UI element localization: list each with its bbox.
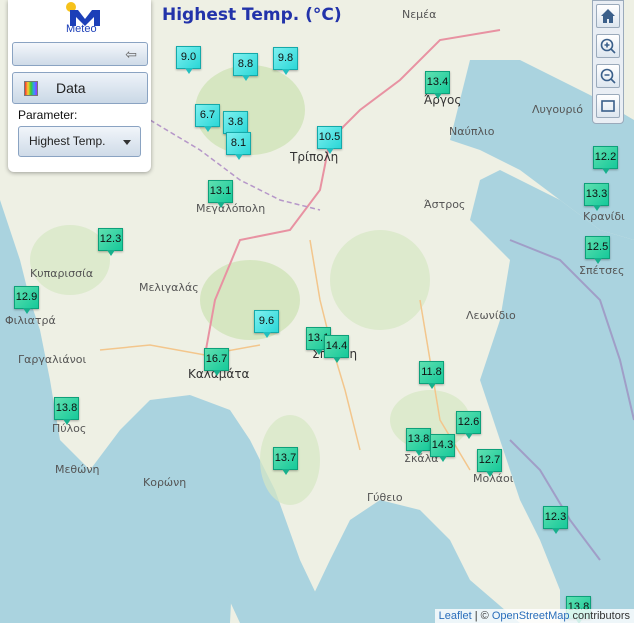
station-marker[interactable]: 11.8 [419,361,444,389]
station-marker[interactable]: 14.3 [430,434,455,462]
place-label: Λεωνίδιο [466,309,516,322]
parameter-label: Parameter: [18,108,78,122]
station-marker[interactable]: 13.8 [54,397,79,425]
zoom-out-button[interactable] [596,64,620,88]
station-marker[interactable]: 12.3 [98,228,123,256]
place-label: Μεθώνη [55,463,100,476]
station-marker[interactable]: 13.7 [273,447,298,475]
place-label: Γύθειο [367,491,403,504]
station-marker[interactable]: 16.7 [204,348,229,376]
place-label: Φιλιατρά [5,314,56,327]
place-label: Νεμέα [402,8,437,21]
place-label: Σπέτσες [579,264,625,277]
attribution-suffix: contributors [569,610,630,622]
station-marker[interactable]: 12.5 [585,236,610,264]
station-marker[interactable]: 12.3 [543,506,568,534]
station-marker[interactable]: 12.2 [593,146,618,174]
home-icon [601,9,615,23]
station-marker[interactable]: 12.9 [14,286,39,314]
map-title: Highest Temp. (°C) [162,5,342,25]
station-marker[interactable]: 9.8 [273,47,298,75]
station-marker[interactable]: 3.8 [223,111,248,139]
zoom-control [592,0,624,124]
station-marker[interactable]: 13.8 [406,428,431,456]
zoom-in-icon [600,38,616,54]
place-label: Μελιγαλάς [139,281,199,294]
station-marker[interactable]: 12.7 [477,449,502,477]
control-panel: Meteo ⇦ Data Parameter: Highest Temp. [8,0,151,172]
station-marker[interactable]: 13.1 [208,180,233,208]
station-marker[interactable]: 9.0 [176,46,201,74]
station-marker[interactable]: 12.6 [456,411,481,439]
station-marker[interactable]: 13.3 [584,183,609,211]
leaflet-link[interactable]: Leaflet [439,610,472,622]
station-marker[interactable]: 8.1 [226,132,251,160]
station-marker[interactable]: 13.4 [425,71,450,99]
parameter-select[interactable]: Highest Temp. [18,126,141,157]
fullscreen-icon [601,100,615,112]
zoom-out-icon [600,68,616,84]
station-marker[interactable]: 6.7 [195,104,220,132]
place-label: Ναύπλιο [449,125,495,138]
logo-text: Meteo [66,23,97,35]
data-button-label: Data [56,80,86,96]
arrow-left-icon: ⇦ [125,46,137,62]
fullscreen-button[interactable] [596,94,620,118]
station-marker[interactable]: 9.6 [254,310,279,338]
place-label: Άστρος [424,198,466,211]
place-label: Κορώνη [143,476,187,489]
data-button[interactable]: Data [12,72,148,104]
place-label: Κυπαρισσία [30,267,94,280]
home-button[interactable] [596,4,620,28]
place-label: Κρανίδι [583,210,625,223]
station-marker[interactable]: 14.4 [324,335,349,363]
chevron-down-icon [123,140,131,145]
zoom-in-button[interactable] [596,34,620,58]
place-label: Γαργαλιάνοι [18,353,87,366]
map-attribution: Leaflet | © OpenStreetMap contributors [434,609,634,623]
color-scale-icon [24,81,38,96]
place-label: Μεγαλόπολη [196,202,266,215]
place-label: Άργος [424,93,462,107]
attribution-separator: | © [471,610,492,622]
parameter-select-value: Highest Temp. [29,134,106,148]
station-marker[interactable]: 10.5 [317,126,342,154]
station-marker[interactable]: 8.8 [233,53,258,81]
osm-link[interactable]: OpenStreetMap [492,610,570,622]
place-label: Λυγουριό [532,103,583,116]
collapse-panel-button[interactable]: ⇦ [12,42,148,66]
